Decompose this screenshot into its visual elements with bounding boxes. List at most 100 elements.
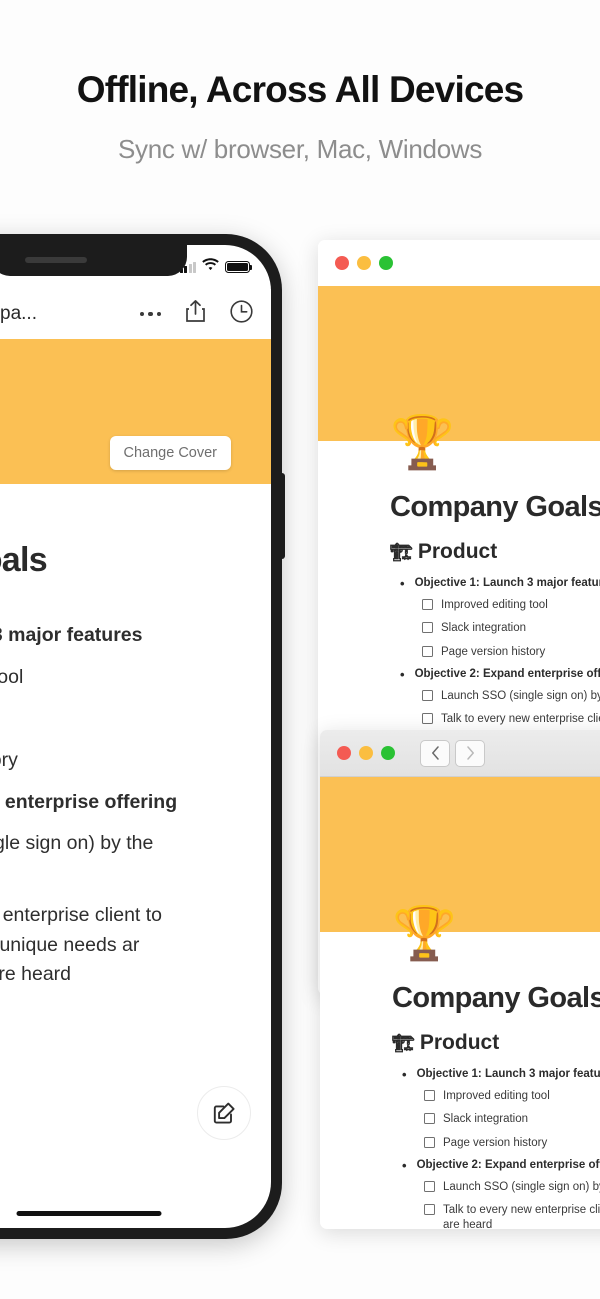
maximize-button[interactable] — [379, 256, 393, 270]
more-options-icon[interactable] — [139, 311, 161, 317]
checkbox-label: Talk to every new enterprise client — [441, 713, 600, 726]
close-button[interactable] — [337, 746, 351, 760]
page-title: Offline, Across All Devices — [76, 69, 524, 110]
checkbox-label: Slack integration — [443, 1113, 529, 1126]
document-section-heading: 🏗 Product — [392, 1031, 600, 1055]
share-icon[interactable] — [185, 300, 206, 328]
objective-item: • Objective 1: Launch 3 major features — [400, 576, 600, 591]
checkbox-label: Slack integration — [441, 622, 527, 635]
checkbox-icon[interactable] — [422, 713, 433, 725]
minimize-button[interactable] — [357, 256, 371, 270]
back-button[interactable] — [420, 739, 450, 767]
section-label: Product — [419, 1031, 500, 1054]
checkbox-icon[interactable] — [424, 1136, 435, 1148]
list-item: e year — [0, 860, 249, 888]
history-clock-icon[interactable] — [230, 300, 253, 328]
minimize-button[interactable] — [359, 746, 373, 760]
mac-cover-image: 🏆 — [320, 777, 600, 960]
checkbox-item[interactable]: Talk to every new enterprise client — [422, 712, 600, 727]
phone-mockup: 🏆 Compa... Change Cov — [0, 234, 285, 1239]
section-label: Product — [417, 540, 498, 563]
forward-button[interactable] — [455, 739, 485, 767]
phone-page-title: Compa... — [0, 303, 37, 324]
checkbox-item[interactable]: Improved editing tool — [424, 1089, 600, 1104]
list-item: gration — [0, 705, 249, 733]
close-button[interactable] — [335, 256, 349, 270]
mac-document-body: Company Goals 🏗 Product • Objective 1: L… — [320, 932, 600, 1229]
checkbox-icon[interactable] — [422, 599, 433, 611]
document-section-heading: 🏗 Product — [390, 540, 600, 564]
crane-icon: 🏗 — [392, 1032, 415, 1053]
checkbox-label: Page version history — [441, 645, 546, 658]
document-title: Company Goals — [390, 491, 600, 523]
browser-document-body: Company Goals 🏗 Product • Objective 1: L… — [318, 441, 600, 727]
objective-item: • Objective 2: Expand enterprise offerin… — [400, 666, 600, 682]
browser-cover-image: 🏆 — [318, 286, 600, 469]
battery-icon — [225, 261, 253, 273]
phone-nav-bar: 🏆 Compa... — [0, 289, 271, 339]
checkbox-item[interactable]: Page version history — [424, 1136, 600, 1151]
checkbox-item[interactable]: Page version history — [422, 645, 600, 660]
checkbox-label: Launch SSO (single sign on) by the — [441, 690, 600, 703]
checkbox-label: Launch SSO (single sign on) by th — [443, 1181, 600, 1194]
checkbox-label: Page version history — [443, 1136, 548, 1149]
list-item: e they are heard — [0, 963, 72, 986]
objective-label: Objective 1: Launch 3 major features — [414, 577, 600, 589]
phone-document-title: y Goals — [0, 541, 48, 579]
checkbox-item[interactable]: Launch SSO (single sign on) by th — [424, 1180, 600, 1195]
compose-edit-icon[interactable] — [197, 1086, 251, 1140]
list-item: ery new enterprise client to — [0, 903, 163, 926]
phone-objective-list: aunch 3 major features editing tool grat… — [0, 622, 249, 989]
checkbox-icon[interactable] — [422, 690, 433, 702]
checkbox-label: Talk to every new enterprise client to a… — [443, 1204, 600, 1229]
change-cover-button[interactable]: Change Cover — [109, 436, 231, 470]
maximize-button[interactable] — [381, 746, 395, 760]
checkbox-label: Improved editing tool — [441, 599, 548, 612]
bullet-icon: • — [402, 1067, 407, 1082]
checkbox-icon[interactable] — [422, 645, 433, 657]
crane-icon: 🏗 — [390, 541, 413, 562]
checkbox-icon[interactable] — [424, 1113, 435, 1125]
phone-screen: 🏆 Compa... Change Cov — [0, 245, 271, 1228]
list-item: nd their unique needs ar — [0, 933, 140, 956]
checkbox-icon[interactable] — [422, 622, 433, 634]
page-subtitle: Sync w/ browser, Mac, Windows — [117, 133, 483, 164]
checkbox-label: Improved editing tool — [443, 1090, 550, 1103]
browser-title-bar — [318, 240, 600, 286]
browser-objective-list: • Objective 1: Launch 3 major features I… — [390, 576, 600, 727]
checkbox-item[interactable]: Slack integration — [424, 1112, 600, 1127]
home-indicator — [16, 1211, 162, 1216]
objective-item: • Objective 2: Expand enterprise offerin… — [402, 1157, 600, 1173]
mac-window: 🏆 Company Goals 🏗 Product • Objective 1:… — [320, 730, 600, 1229]
checkbox-item[interactable]: Slack integration — [422, 621, 600, 636]
checkbox-item[interactable]: Launch SSO (single sign on) by the — [422, 689, 600, 704]
hero-header: Offline, Across All Devices Sync w/ brow… — [0, 0, 600, 165]
objective-label: Objective 2: Expand enterprise offering — [414, 667, 600, 680]
mac-objective-list: • Objective 1: Launch 3 major features I… — [392, 1067, 600, 1229]
mac-nav-buttons — [420, 739, 485, 767]
objective-item: • Objective 1: Launch 3 major features — [402, 1067, 600, 1082]
checkbox-item[interactable]: Improved editing tool — [422, 598, 600, 613]
phone-notch — [0, 245, 187, 276]
checkbox-item[interactable]: Talk to every new enterprise client to a… — [424, 1203, 600, 1229]
trophy-icon: 🏆 — [392, 905, 457, 963]
objective-label: Objective 1: Launch 3 major features — [416, 1068, 600, 1080]
checkbox-icon[interactable] — [424, 1090, 435, 1102]
phone-speaker — [25, 257, 87, 263]
checkbox-icon[interactable] — [424, 1204, 435, 1216]
phone-nav-actions — [139, 300, 254, 328]
bullet-icon: • — [402, 1157, 407, 1173]
phone-power-button[interactable] — [280, 473, 285, 559]
list-item: ion history — [0, 749, 18, 772]
trophy-icon: 🏆 — [390, 414, 455, 472]
bullet-icon: • — [400, 576, 405, 591]
list-item: SO (single sign on) by the — [0, 832, 154, 855]
phone-document-body: y Goals aunch 3 major features editing t… — [0, 484, 271, 1003]
bullet-icon: • — [400, 666, 405, 682]
list-item: aunch 3 major features — [0, 624, 143, 646]
document-title: Company Goals — [392, 982, 600, 1014]
wifi-icon — [202, 258, 219, 276]
list-item: editing tool — [0, 665, 24, 688]
objective-label: Objective 2: Expand enterprise offering — [416, 1158, 600, 1171]
checkbox-icon[interactable] — [424, 1181, 435, 1193]
